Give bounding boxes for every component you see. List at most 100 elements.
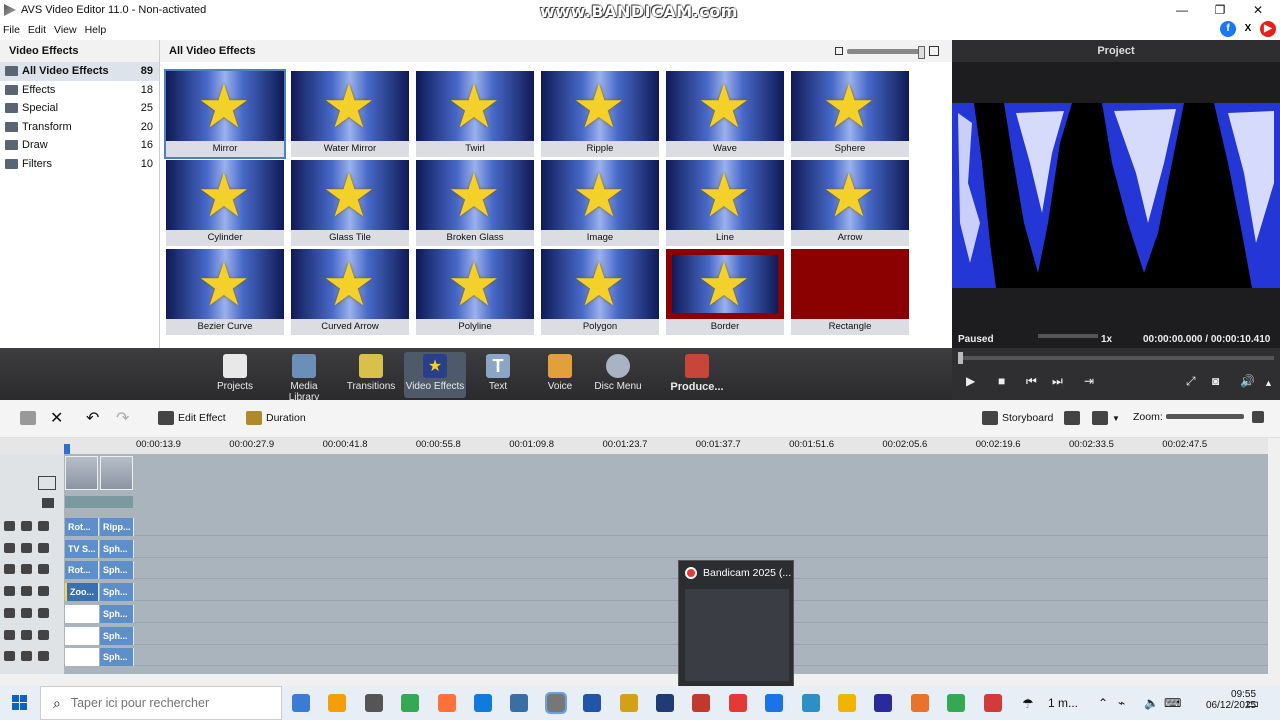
effect-bezier-curve[interactable]: ★ Bezier Curve xyxy=(166,249,284,335)
lock-icon[interactable] xyxy=(21,542,32,553)
effect-track-icon[interactable] xyxy=(38,542,49,553)
category-draw[interactable]: Draw 16 xyxy=(0,136,159,155)
effect-track[interactable]: Sph... xyxy=(64,646,1268,667)
stop-icon[interactable]: ■ xyxy=(998,374,1005,388)
effect-track[interactable]: TV S... Sph... xyxy=(64,538,1268,558)
menu-help[interactable]: Help xyxy=(85,24,107,36)
taskbar-app-icon[interactable] xyxy=(656,694,674,712)
effect-track-icon[interactable] xyxy=(38,521,49,531)
search-input[interactable] xyxy=(70,696,261,710)
facebook-icon[interactable]: f xyxy=(1220,21,1236,37)
taskbar-app-icon[interactable] xyxy=(765,694,784,712)
effect-clip[interactable]: Sph... xyxy=(100,648,134,667)
effect-track-icon[interactable] xyxy=(38,607,49,618)
taskbar-app-icon[interactable] xyxy=(801,694,820,712)
effect-clip[interactable]: Sph... xyxy=(100,604,134,623)
effect-clip[interactable]: Rot... xyxy=(65,518,99,536)
undo-icon[interactable]: ↶ xyxy=(86,408,99,428)
network-icon[interactable]: ⌁ xyxy=(1118,696,1125,710)
previous-frame-icon[interactable]: ⏮ xyxy=(1026,374,1037,389)
fullframe-icon[interactable]: ⇥ xyxy=(1084,374,1094,388)
eye-icon[interactable] xyxy=(4,521,15,531)
taskbar-app-icon[interactable] xyxy=(401,694,420,712)
taskbar-app-icon[interactable] xyxy=(328,694,347,712)
category-filters[interactable]: Filters 10 xyxy=(0,155,159,174)
effect-clip[interactable]: TV S... xyxy=(65,539,99,558)
taskbar-app-icon[interactable] xyxy=(619,694,638,712)
video-effects-button[interactable]: ★ Video Effects xyxy=(404,352,466,398)
taskbar-app-icon[interactable] xyxy=(874,694,893,712)
effect-track-icon[interactable] xyxy=(38,586,49,597)
voice-button[interactable]: Voice xyxy=(540,352,580,398)
taskbar-app-icon[interactable] xyxy=(728,694,747,712)
lock-icon[interactable] xyxy=(21,651,32,662)
volume-icon[interactable]: 🔊 xyxy=(1240,374,1255,388)
restore-button[interactable]: ❐ xyxy=(1200,0,1240,20)
effect-image[interactable]: ★ Image xyxy=(541,160,659,246)
effect-curved-arrow[interactable]: ★ Curved Arrow xyxy=(291,249,409,335)
effect-polygon[interactable]: ★ Polygon xyxy=(541,249,659,335)
snapshot-icon[interactable]: ◙ xyxy=(1212,374,1219,388)
tray-overflow-icon[interactable]: ⌃ xyxy=(1098,696,1108,710)
eye-icon[interactable] xyxy=(4,607,15,618)
taskbar-app-icon[interactable] xyxy=(910,694,929,712)
thumbnail-size-slider[interactable] xyxy=(847,45,925,59)
projects-button[interactable]: Projects xyxy=(214,352,256,398)
fit-timeline-icon[interactable] xyxy=(1252,411,1264,423)
effect-twirl[interactable]: ★ Twirl xyxy=(416,71,534,157)
fullscreen-icon[interactable]: ⤢ xyxy=(1186,374,1196,389)
large-thumbnail-icon[interactable] xyxy=(929,46,939,56)
thumbnail-size-control[interactable] xyxy=(835,45,939,59)
taskbar-app-icon[interactable] xyxy=(364,694,383,712)
audio-mixer-icon[interactable] xyxy=(1064,411,1080,425)
taskbar-app-icon[interactable] xyxy=(437,694,456,712)
taskbar-app-icon[interactable] xyxy=(838,694,856,712)
effect-rectangle[interactable]: Rectangle xyxy=(791,249,909,335)
effect-clip[interactable]: Sph... xyxy=(100,561,134,580)
category-special[interactable]: Special 25 xyxy=(0,99,159,118)
effect-clip[interactable]: Sph... xyxy=(100,583,134,602)
playback-speed-slider[interactable] xyxy=(1038,334,1098,338)
taskbar-app-icon[interactable] xyxy=(983,694,1002,712)
effect-polyline[interactable]: ★ Polyline xyxy=(416,249,534,335)
timeline-vertical-scrollbar[interactable] xyxy=(1268,438,1280,674)
lock-icon[interactable] xyxy=(21,629,32,640)
close-button[interactable]: ✕ xyxy=(1238,0,1278,20)
weather-text[interactable]: 1 m... xyxy=(1048,696,1078,710)
video-clip[interactable] xyxy=(65,456,98,490)
effect-glass-tile[interactable]: ★ Glass Tile xyxy=(291,160,409,246)
effect-cylinder[interactable]: ★ Cylinder xyxy=(166,160,284,246)
produce-button[interactable]: Produce... xyxy=(666,352,728,398)
playback-progress-bar[interactable] xyxy=(958,352,1274,364)
effect-sphere[interactable]: ★ Sphere xyxy=(791,71,909,157)
effect-line[interactable]: ★ Line xyxy=(666,160,784,246)
playhead[interactable] xyxy=(64,444,70,454)
effect-water-mirror[interactable]: ★ Water Mirror xyxy=(291,71,409,157)
taskbar-app-icon[interactable] xyxy=(583,694,602,712)
speaker-icon[interactable]: 🔈 xyxy=(1144,696,1159,710)
text-button[interactable]: T Text xyxy=(478,352,518,398)
timeline-zoom-slider[interactable] xyxy=(1166,414,1244,419)
effect-track[interactable]: Zoo... Sph... xyxy=(64,581,1268,602)
storyboard-button[interactable]: Storyboard xyxy=(982,411,1053,425)
lock-icon[interactable] xyxy=(21,521,32,531)
notifications-icon[interactable]: ▭ xyxy=(1246,695,1259,712)
category-effects[interactable]: Effects 18 xyxy=(0,81,159,100)
taskbar-app-icon[interactable] xyxy=(692,694,711,712)
youtube-icon[interactable]: ▶ xyxy=(1260,21,1276,37)
effect-border[interactable]: ★ Border xyxy=(666,249,784,335)
video-clip[interactable] xyxy=(100,456,133,490)
effect-wave[interactable]: ★ Wave xyxy=(666,71,784,157)
windows-start-icon[interactable] xyxy=(12,695,28,711)
delete-icon[interactable]: ✕ xyxy=(50,408,63,428)
view-mode-dropdown[interactable]: ▼ xyxy=(1092,411,1120,425)
taskbar-search[interactable]: ⌕ xyxy=(40,686,282,720)
effect-clip[interactable]: Rot... xyxy=(65,561,99,580)
taskbar-app-icon[interactable] xyxy=(292,694,310,712)
media-library-button[interactable]: Media Library xyxy=(274,352,334,403)
effect-broken-glass[interactable]: ★ Broken Glass xyxy=(416,160,534,246)
timeline-horizontal-scrollbar[interactable] xyxy=(0,674,1268,686)
effect-track[interactable]: Rot... Ripp... xyxy=(64,516,1268,536)
effect-track-icon[interactable] xyxy=(38,564,49,575)
bandicam-taskbar-preview[interactable]: Bandicam 2025 (... xyxy=(678,560,794,688)
